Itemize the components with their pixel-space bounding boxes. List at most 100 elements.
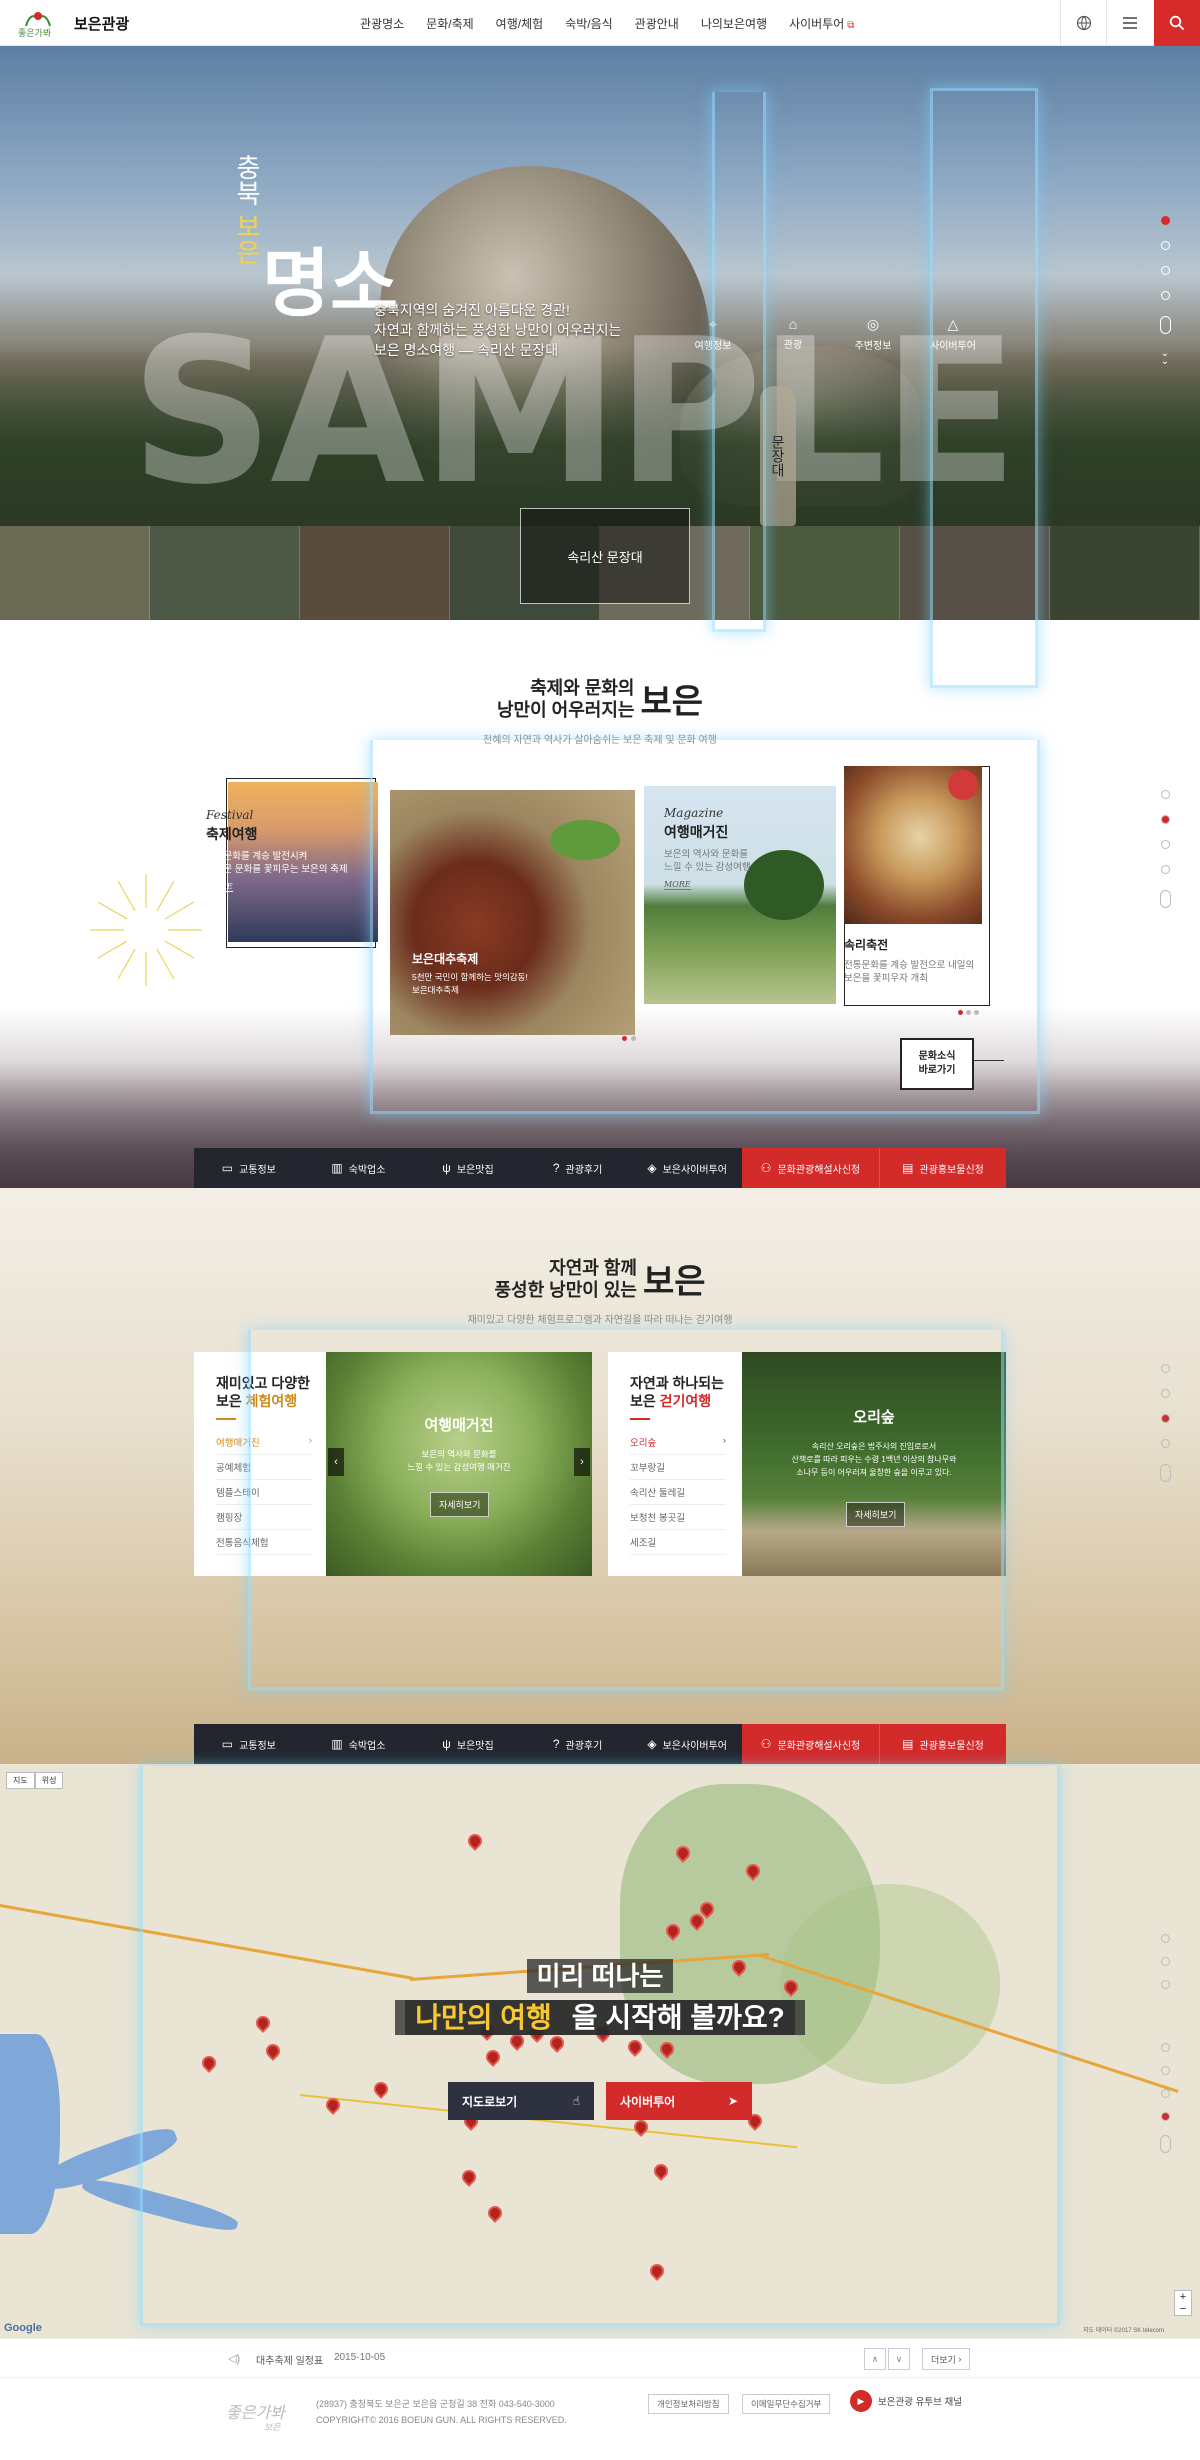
quick-link-traffic[interactable]: ▭ 교통정보 bbox=[194, 1724, 304, 1764]
hero-quick-label: 주변정보 bbox=[854, 341, 892, 352]
festival-title-line: 낭만이 어우러지는 bbox=[496, 699, 635, 720]
language-button[interactable] bbox=[1060, 0, 1106, 46]
search-button[interactable] bbox=[1154, 0, 1200, 46]
card-more-link[interactable]: MORE bbox=[206, 882, 233, 892]
nav-item-info[interactable]: 관광안내 bbox=[635, 15, 679, 32]
youtube-channel-link[interactable]: ▶ 보은관광 유투브 채널 bbox=[850, 2390, 962, 2412]
footer-address-line: (28937) 충청북도 보은군 보은읍 군청길 38 전화 043-540-3… bbox=[316, 2399, 555, 2409]
heading-underline bbox=[216, 1418, 236, 1420]
nav-item-culture[interactable]: 문화/축제 bbox=[426, 15, 474, 32]
quick-link-cyber-tour[interactable]: ◈ 보은사이버투어 bbox=[632, 1724, 742, 1764]
section-dot[interactable] bbox=[1160, 1364, 1170, 1373]
quick-link-lodging[interactable]: ▥ 숙박업소 bbox=[304, 1724, 414, 1764]
section-dot[interactable] bbox=[1160, 1439, 1170, 1448]
site-logo[interactable]: 좋은가봐 보은관광 bbox=[16, 8, 129, 38]
nav-item-cyber-tour[interactable]: 사이버투어 ⧉ bbox=[789, 15, 854, 32]
nav-item-travel[interactable]: 여행/체험 bbox=[496, 15, 544, 32]
map-type-satellite[interactable]: 위성 bbox=[34, 1772, 64, 1789]
quick-link-lodging[interactable]: ▥ 숙박업소 bbox=[304, 1148, 414, 1188]
section-dot[interactable] bbox=[1160, 790, 1170, 799]
nav-item-lodging[interactable]: 숙박/음식 bbox=[565, 15, 613, 32]
section-dot[interactable] bbox=[1160, 1980, 1170, 1989]
quick-link-label: 관광홍보물신청 bbox=[919, 1164, 984, 1176]
section-dot[interactable] bbox=[1160, 2089, 1170, 2098]
map-type-map[interactable]: 지도 bbox=[6, 1772, 35, 1789]
hero-quick-nearby[interactable]: ◎ 주변정보 bbox=[846, 316, 900, 352]
hamburger-icon bbox=[1122, 17, 1137, 29]
hero-vertical-title-1: 충북 bbox=[232, 154, 262, 206]
card-desc-line: 느낄 수 있는 감성여행 bbox=[664, 862, 751, 873]
hero-thumb[interactable] bbox=[1050, 526, 1200, 620]
card-desc-line: 새로운 문화를 꽃피우는 보은의 축제 bbox=[206, 864, 348, 875]
menu-button[interactable] bbox=[1106, 0, 1152, 46]
notice-title[interactable]: 대추축제 일정표 bbox=[256, 2352, 323, 2367]
quick-link-cyber-tour[interactable]: ◈ 보은사이버투어 bbox=[632, 1148, 742, 1188]
zoom-in-button[interactable]: + bbox=[1175, 2291, 1191, 2303]
logo-mark-icon: 좋은가봐 bbox=[18, 12, 51, 38]
quick-link-label: 숙박업소 bbox=[348, 1164, 386, 1176]
quick-link-label: 문화관광해설사신청 bbox=[777, 1164, 861, 1176]
section-dot[interactable] bbox=[1160, 2043, 1170, 2052]
quick-link-brochure-request[interactable]: ▤ 관광홍보물신청 bbox=[878, 1724, 1006, 1764]
privacy-policy-link[interactable]: 개인정보처리방침 bbox=[648, 2394, 729, 2414]
nature-subtitle: 재미있고 다양한 체험프로그램과 자연길을 따라 떠나는 걷기여행 bbox=[467, 1315, 733, 1326]
quick-link-traffic[interactable]: ▭ 교통정보 bbox=[194, 1148, 304, 1188]
hero-thumb[interactable] bbox=[750, 526, 900, 620]
section-dot-active[interactable] bbox=[1160, 2112, 1170, 2121]
hero-caption-button[interactable]: 속리산 문장대 bbox=[520, 508, 690, 604]
festival-travel-card[interactable]: Festival 축제여행 전통문화를 계승 발전시켜 새로운 문화를 꽃피우는 … bbox=[206, 778, 378, 948]
card-label: Festival bbox=[206, 808, 254, 822]
section-dot-active[interactable] bbox=[1160, 815, 1170, 824]
hero-desc-line: 충북지역의 숨겨진 아름다운 경관! bbox=[374, 302, 570, 318]
notice-date: 2015-10-05 bbox=[334, 2352, 386, 2363]
quick-link-reviews[interactable]: ? 관광후기 bbox=[523, 1724, 633, 1764]
chevron-down-icon[interactable]: ∨ bbox=[888, 2348, 910, 2370]
section-dot[interactable] bbox=[1160, 2066, 1170, 2075]
footer-logo: 좋은가봐 보은 bbox=[226, 2392, 296, 2438]
quick-link-guide-request[interactable]: ⚇ 문화관광해설사신청 bbox=[741, 1148, 879, 1188]
brand-name: 보은관광 bbox=[74, 15, 130, 33]
quick-link-guide-request[interactable]: ⚇ 문화관광해설사신청 bbox=[741, 1724, 879, 1764]
magazine-card[interactable]: Magazine 여행매거진 보은의 역사와 문화를 느낄 수 있는 감성여행 M… bbox=[644, 786, 836, 1004]
section-dot[interactable] bbox=[1160, 1389, 1170, 1398]
card-more-link[interactable]: MORE bbox=[664, 880, 691, 890]
quick-link-label: 교통정보 bbox=[239, 1164, 276, 1176]
nav-item-my-trip[interactable]: 나의보은여행 bbox=[701, 15, 767, 32]
section-indicator bbox=[1158, 790, 1172, 908]
quick-link-reviews[interactable]: ? 관광후기 bbox=[523, 1148, 633, 1188]
festival-title-big: 보은 bbox=[640, 682, 704, 722]
card-desc: 보은의 역사와 문화를 느낄 수 있는 감성여행 bbox=[664, 848, 836, 874]
section-dot[interactable] bbox=[1160, 241, 1170, 250]
sunburst-decoration bbox=[90, 874, 202, 986]
section-dot[interactable] bbox=[1160, 291, 1170, 300]
section-dot[interactable] bbox=[1160, 1957, 1170, 1966]
youtube-channel-label: 보은관광 유투브 채널 bbox=[878, 2397, 962, 2408]
chevron-up-icon[interactable]: ∧ bbox=[864, 2348, 886, 2370]
quick-link-food[interactable]: ψ 보은맛집 bbox=[413, 1724, 523, 1764]
site-footer: 좋은가봐 보은 (28937) 충청북도 보은군 보은읍 군청길 38 전화 0… bbox=[0, 2378, 1200, 2460]
section-dot[interactable] bbox=[1160, 266, 1170, 275]
quick-link-brochure-request[interactable]: ▤ 관광홍보물신청 bbox=[878, 1148, 1006, 1188]
experience-heading-pre: 보은 bbox=[216, 1393, 246, 1409]
zoom-out-button[interactable]: − bbox=[1175, 2303, 1191, 2315]
quick-link-food[interactable]: ψ 보은맛집 bbox=[413, 1148, 523, 1188]
hero-quick-tour[interactable]: ⌂ 관광 bbox=[766, 316, 820, 352]
map-water bbox=[0, 2034, 60, 2234]
hero-thumb[interactable] bbox=[150, 526, 300, 620]
section-dot[interactable] bbox=[1160, 865, 1170, 874]
section-dot[interactable] bbox=[1160, 840, 1170, 849]
hero-thumb[interactable] bbox=[300, 526, 450, 620]
section-dot-active[interactable] bbox=[1160, 216, 1170, 225]
map-zoom-control: + − bbox=[1174, 2290, 1192, 2316]
email-refusal-link[interactable]: 이메일무단수집거부 bbox=[742, 2394, 831, 2414]
hero-thumb[interactable] bbox=[0, 526, 150, 620]
card-desc-line: 전통문화를 계승 발전시켜 bbox=[206, 851, 308, 862]
section-dot-active[interactable] bbox=[1160, 1414, 1170, 1423]
notice-more-button[interactable]: 더보기 › bbox=[922, 2348, 971, 2370]
section-indicator bbox=[1158, 1934, 1172, 2153]
nav-item-attractions[interactable]: 관광명소 bbox=[360, 15, 404, 32]
section-dot[interactable] bbox=[1160, 1934, 1170, 1943]
notice-nav: ∧ ∨ bbox=[864, 2348, 910, 2370]
section-indicator: ⌄ ⌄ bbox=[1158, 216, 1172, 367]
nature-title-big: 보은 bbox=[642, 1262, 706, 1302]
